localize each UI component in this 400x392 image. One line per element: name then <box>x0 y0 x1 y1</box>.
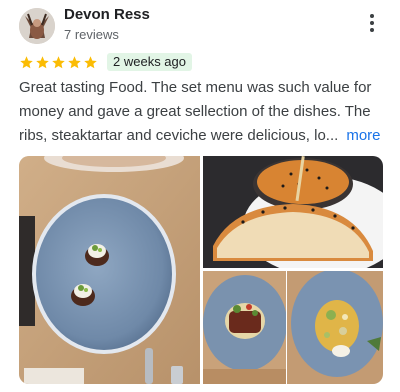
review-photo[interactable] <box>19 156 200 384</box>
star-icon <box>52 55 65 68</box>
review-photo[interactable] <box>203 156 383 268</box>
menu-dot <box>370 21 374 25</box>
review-line-last: ribs, steaktartar and ceviche were delic… <box>19 124 391 148</box>
reviewer-name[interactable]: Devon Ress <box>64 6 150 23</box>
more-vert-icon[interactable] <box>364 12 380 34</box>
review-photo[interactable] <box>203 271 286 384</box>
review-text: Great tasting Food. The set menu was suc… <box>19 76 391 148</box>
star-rating <box>19 55 98 70</box>
star-icon <box>84 55 97 68</box>
review-line: money and gave a great sellection of the… <box>19 103 371 120</box>
review-line: Great tasting Food. The set menu was suc… <box>19 79 372 96</box>
review-line: ribs, steaktartar and ceviche were delic… <box>19 127 339 144</box>
menu-dot <box>370 14 374 18</box>
review-photo[interactable] <box>287 271 383 384</box>
reviewer-review-count: 7 reviews <box>64 27 119 42</box>
star-icon <box>36 55 49 68</box>
star-icon <box>68 55 81 68</box>
rating-row: 2 weeks ago <box>19 53 192 71</box>
star-icon <box>20 55 33 68</box>
more-link[interactable]: more <box>346 127 380 144</box>
reviewer-avatar[interactable] <box>19 8 55 44</box>
review-date: 2 weeks ago <box>107 53 192 71</box>
menu-dot <box>370 28 374 32</box>
